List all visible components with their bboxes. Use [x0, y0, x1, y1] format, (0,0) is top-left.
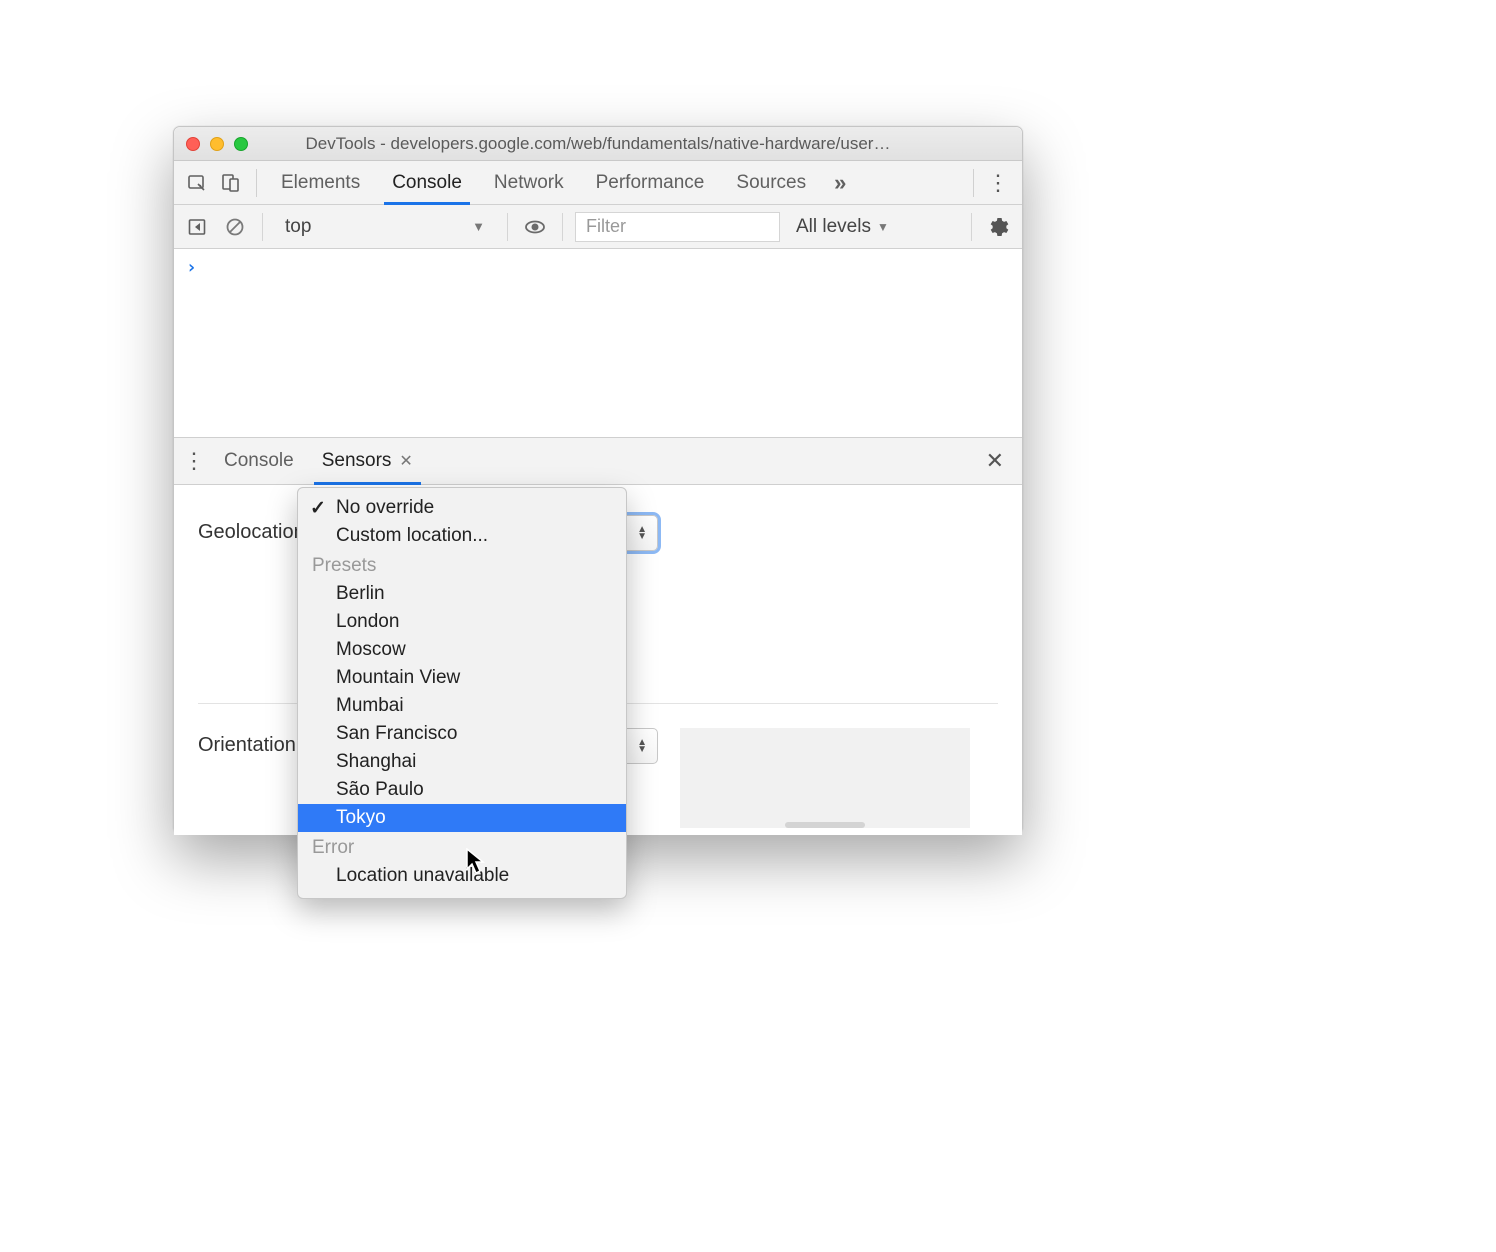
drawer-tab-sensors[interactable]: Sensors ✕	[308, 438, 427, 484]
context-value: top	[285, 216, 311, 238]
geo-group-error: Error	[298, 832, 626, 862]
levels-label: All levels	[796, 216, 871, 238]
window-titlebar: DevTools - developers.google.com/web/fun…	[174, 127, 1022, 161]
traffic-lights	[186, 137, 248, 151]
close-window-button[interactable]	[186, 137, 200, 151]
drawer-tab-sensors-label: Sensors	[322, 450, 392, 472]
tab-network[interactable]: Network	[480, 161, 578, 204]
inspect-element-icon[interactable]	[182, 168, 212, 198]
main-tabs-row: Elements Console Network Performance Sou…	[174, 161, 1022, 205]
check-icon: ✓	[310, 497, 326, 520]
drawer-more-icon[interactable]: ⋮	[180, 448, 210, 474]
minimize-window-button[interactable]	[210, 137, 224, 151]
device-toolbar-icon[interactable]	[216, 168, 246, 198]
orientation-preview	[680, 728, 970, 828]
geo-option-sao-paulo[interactable]: São Paulo	[298, 776, 626, 804]
chevron-down-icon: ▼	[877, 220, 889, 234]
drawer-tabs-row: ⋮ Console Sensors ✕ ✕	[174, 437, 1022, 485]
separator	[562, 213, 563, 241]
console-body[interactable]: ›	[174, 249, 1022, 437]
clear-console-icon[interactable]	[220, 212, 250, 242]
select-arrows-icon: ▲▼	[637, 526, 647, 540]
geo-option-moscow[interactable]: Moscow	[298, 636, 626, 664]
window-title: DevTools - developers.google.com/web/fun…	[174, 134, 1022, 154]
tab-console[interactable]: Console	[378, 161, 476, 204]
separator	[262, 213, 263, 241]
geo-option-london[interactable]: London	[298, 608, 626, 636]
filter-input[interactable]	[575, 212, 780, 242]
chevron-down-icon: ▼	[472, 219, 485, 234]
separator	[971, 213, 972, 241]
geo-option-san-francisco[interactable]: San Francisco	[298, 720, 626, 748]
geo-option-no-override[interactable]: ✓ No override	[298, 494, 626, 522]
zoom-window-button[interactable]	[234, 137, 248, 151]
geo-group-presets: Presets	[298, 550, 626, 580]
toggle-sidebar-icon[interactable]	[182, 212, 212, 242]
geo-option-shanghai[interactable]: Shanghai	[298, 748, 626, 776]
log-levels-selector[interactable]: All levels ▼	[788, 216, 897, 238]
drawer-tab-console[interactable]: Console	[210, 438, 308, 484]
geo-option-custom[interactable]: Custom location...	[298, 522, 626, 550]
option-label: No override	[336, 497, 434, 518]
geo-option-berlin[interactable]: Berlin	[298, 580, 626, 608]
tab-performance[interactable]: Performance	[582, 161, 719, 204]
geo-option-mountain-view[interactable]: Mountain View	[298, 664, 626, 692]
divider	[256, 169, 257, 197]
drawer-close-button[interactable]: ✕	[974, 448, 1016, 474]
tab-sources[interactable]: Sources	[722, 161, 820, 204]
separator	[507, 213, 508, 241]
tab-elements[interactable]: Elements	[267, 161, 374, 204]
geolocation-dropdown: ✓ No override Custom location... Presets…	[297, 487, 627, 899]
geo-option-tokyo[interactable]: Tokyo	[298, 804, 626, 832]
live-expression-icon[interactable]	[520, 212, 550, 242]
divider	[973, 169, 974, 197]
execution-context-selector[interactable]: top ▼	[275, 211, 495, 243]
tabs-overflow-button[interactable]: »	[824, 161, 856, 204]
console-settings-icon[interactable]	[984, 212, 1014, 242]
geo-option-location-unavailable[interactable]: Location unavailable	[298, 862, 626, 890]
more-options-icon[interactable]: ⋮	[984, 168, 1014, 198]
console-toolbar: top ▼ All levels ▼	[174, 205, 1022, 249]
geo-option-mumbai[interactable]: Mumbai	[298, 692, 626, 720]
select-arrows-icon: ▲▼	[637, 739, 647, 753]
close-icon[interactable]: ✕	[399, 451, 412, 471]
console-prompt-icon: ›	[186, 257, 197, 278]
